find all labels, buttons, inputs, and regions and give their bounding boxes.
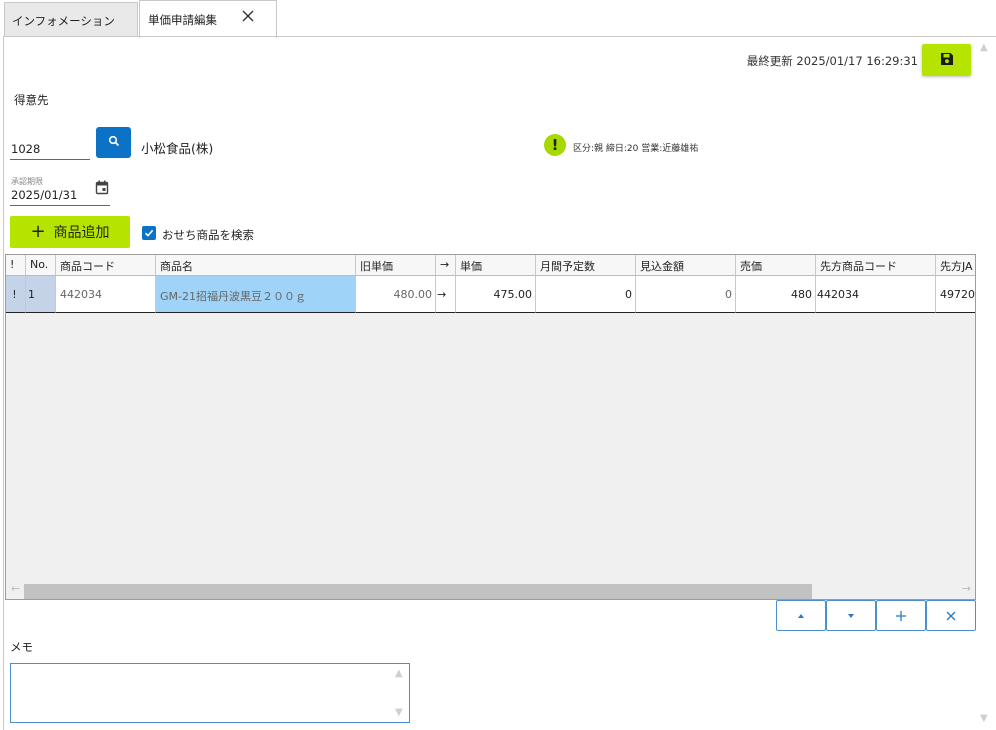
triangle-up-icon — [798, 613, 804, 618]
header-flag[interactable]: ! — [6, 255, 26, 276]
header-no[interactable]: No. — [26, 255, 56, 276]
memo-scroll-down-icon[interactable]: ▼ — [395, 707, 403, 718]
product-grid[interactable]: ! No. 商品コード 商品名 旧単価 → 単価 月間予定数 見込金額 売価 先… — [5, 254, 976, 600]
cell-est-amount[interactable]: 0 — [636, 276, 736, 313]
plus-icon — [896, 610, 906, 621]
add-row-button[interactable] — [876, 600, 926, 631]
header-monthly-qty[interactable]: 月間予定数 — [536, 255, 636, 276]
scroll-up-icon[interactable]: ▲ — [980, 42, 988, 53]
cell-product-code[interactable]: 442034 — [56, 276, 156, 313]
header-arrow[interactable]: → — [436, 255, 456, 276]
customer-code-input[interactable]: 1028 — [10, 134, 90, 160]
header-old-price[interactable]: 旧単価 — [356, 255, 436, 276]
save-button[interactable] — [922, 44, 971, 76]
tab-price-request-edit[interactable]: 単価申請編集 — [139, 0, 277, 38]
add-product-label: 商品追加 — [53, 225, 110, 241]
header-est-amount[interactable]: 見込金額 — [636, 255, 736, 276]
move-down-button[interactable] — [826, 600, 876, 631]
triangle-down-icon — [848, 613, 854, 618]
header-price[interactable]: 単価 — [456, 255, 536, 276]
cell-arrow: → — [436, 276, 456, 313]
cell-price[interactable]: 475.00 — [456, 276, 536, 313]
cell-no[interactable]: 1 — [26, 276, 56, 313]
scrollbar-thumb[interactable] — [24, 584, 812, 599]
calendar-icon[interactable] — [95, 180, 109, 198]
move-up-button[interactable] — [776, 600, 826, 631]
memo-label: メモ — [10, 640, 33, 654]
scroll-left-icon[interactable]: ← — [11, 582, 20, 595]
tab-information-label: インフォメーション — [12, 14, 115, 28]
close-icon[interactable] — [240, 8, 256, 24]
exclamation-icon[interactable]: ! — [544, 134, 566, 156]
last-updated: 最終更新 2025/01/17 16:29:31 — [746, 54, 918, 68]
scroll-down-icon[interactable]: ▼ — [980, 713, 988, 724]
customer-name: 小松食品(株) — [141, 141, 214, 156]
save-icon — [940, 52, 954, 69]
search-icon — [108, 135, 120, 150]
tab-bar: インフォメーション 単価申請編集 — [0, 0, 996, 38]
cell-partner-jan[interactable]: 497207 — [936, 276, 975, 313]
header-sell-price[interactable]: 売価 — [736, 255, 816, 276]
tab-price-request-edit-label: 単価申請編集 — [148, 13, 217, 27]
osechi-search-label: おせち商品を検索 — [162, 228, 254, 242]
customer-search-button[interactable] — [96, 127, 131, 158]
header-product-name[interactable]: 商品名 — [156, 255, 356, 276]
header-product-code[interactable]: 商品コード — [56, 255, 156, 276]
cell-monthly-qty[interactable]: 0 — [536, 276, 636, 313]
cell-sell-price[interactable]: 480 — [736, 276, 816, 313]
tab-information[interactable]: インフォメーション — [4, 2, 138, 37]
memo-scroll-up-icon[interactable]: ▲ — [395, 668, 403, 679]
check-icon — [144, 229, 154, 237]
header-partner-jan[interactable]: 先方JA — [936, 255, 975, 276]
cell-flag[interactable]: ! — [6, 276, 26, 313]
delete-row-button[interactable] — [926, 600, 976, 631]
cell-old-price[interactable]: 480.00 — [356, 276, 436, 313]
osechi-search-checkbox[interactable] — [142, 226, 156, 240]
header-partner-code[interactable]: 先方商品コード — [816, 255, 936, 276]
memo-textarea[interactable] — [10, 663, 410, 723]
scroll-right-icon[interactable]: → — [962, 582, 971, 595]
horizontal-scrollbar[interactable]: ← → — [6, 581, 975, 599]
customer-info: 区分:親 締日:20 営業:近藤雄祐 — [573, 144, 699, 154]
add-product-button[interactable]: + 商品追加 — [10, 216, 130, 248]
cell-product-name[interactable]: GM-21招福丹波黒豆２００ｇ — [156, 276, 356, 313]
cell-partner-code[interactable]: 442034 — [816, 276, 936, 313]
customer-label: 得意先 — [14, 93, 49, 107]
plus-icon: + — [30, 221, 46, 242]
close-icon — [946, 611, 956, 620]
